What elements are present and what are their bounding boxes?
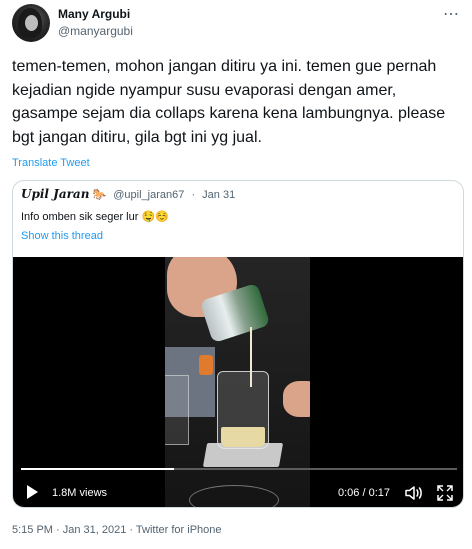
video-player[interactable]: 1.8M views 0:06 / 0:17 bbox=[13, 257, 463, 507]
quoted-tweet-text: Info omben sik seger lur 🤤☺️ bbox=[21, 211, 169, 223]
author-name[interactable]: Many Argubi bbox=[58, 7, 130, 21]
tweet-header: Many Argubi @manyargubi ⋯ bbox=[12, 4, 462, 44]
video-frame bbox=[165, 257, 310, 507]
more-icon[interactable]: ⋯ bbox=[443, 4, 460, 24]
play-icon[interactable] bbox=[27, 485, 38, 499]
quoted-tweet-date: Jan 31 bbox=[202, 189, 236, 201]
quoted-author-handle: @upil_jaran67 bbox=[113, 189, 185, 201]
quoted-tweet[interactable]: Upil Jaran 🐎 @upil_jaran67 · Jan 31 Info… bbox=[12, 180, 464, 508]
separator-dot: · bbox=[191, 189, 196, 201]
horse-emoji: 🐎 bbox=[92, 189, 107, 201]
tweet-meta: 5:15 PM · Jan 31, 2021 · Twitter for iPh… bbox=[12, 524, 222, 536]
author-handle[interactable]: @manyargubi bbox=[58, 24, 133, 38]
fullscreen-icon[interactable] bbox=[437, 485, 453, 501]
video-progress-bar[interactable] bbox=[21, 468, 457, 470]
video-time: 0:06 / 0:17 bbox=[338, 487, 390, 499]
video-views: 1.8M views bbox=[52, 487, 108, 499]
show-thread-link[interactable]: Show this thread bbox=[21, 230, 103, 242]
quoted-author-name: Upil Jaran bbox=[21, 187, 90, 201]
volume-icon[interactable] bbox=[405, 485, 423, 501]
avatar[interactable] bbox=[12, 4, 50, 42]
tweet-text: temen-temen, mohon jangan ditiru ya ini.… bbox=[12, 58, 446, 146]
video-progress-fill bbox=[21, 468, 174, 470]
translate-tweet-link[interactable]: Translate Tweet bbox=[12, 157, 90, 169]
quoted-tweet-header: Upil Jaran 🐎 @upil_jaran67 · Jan 31 bbox=[21, 187, 235, 205]
